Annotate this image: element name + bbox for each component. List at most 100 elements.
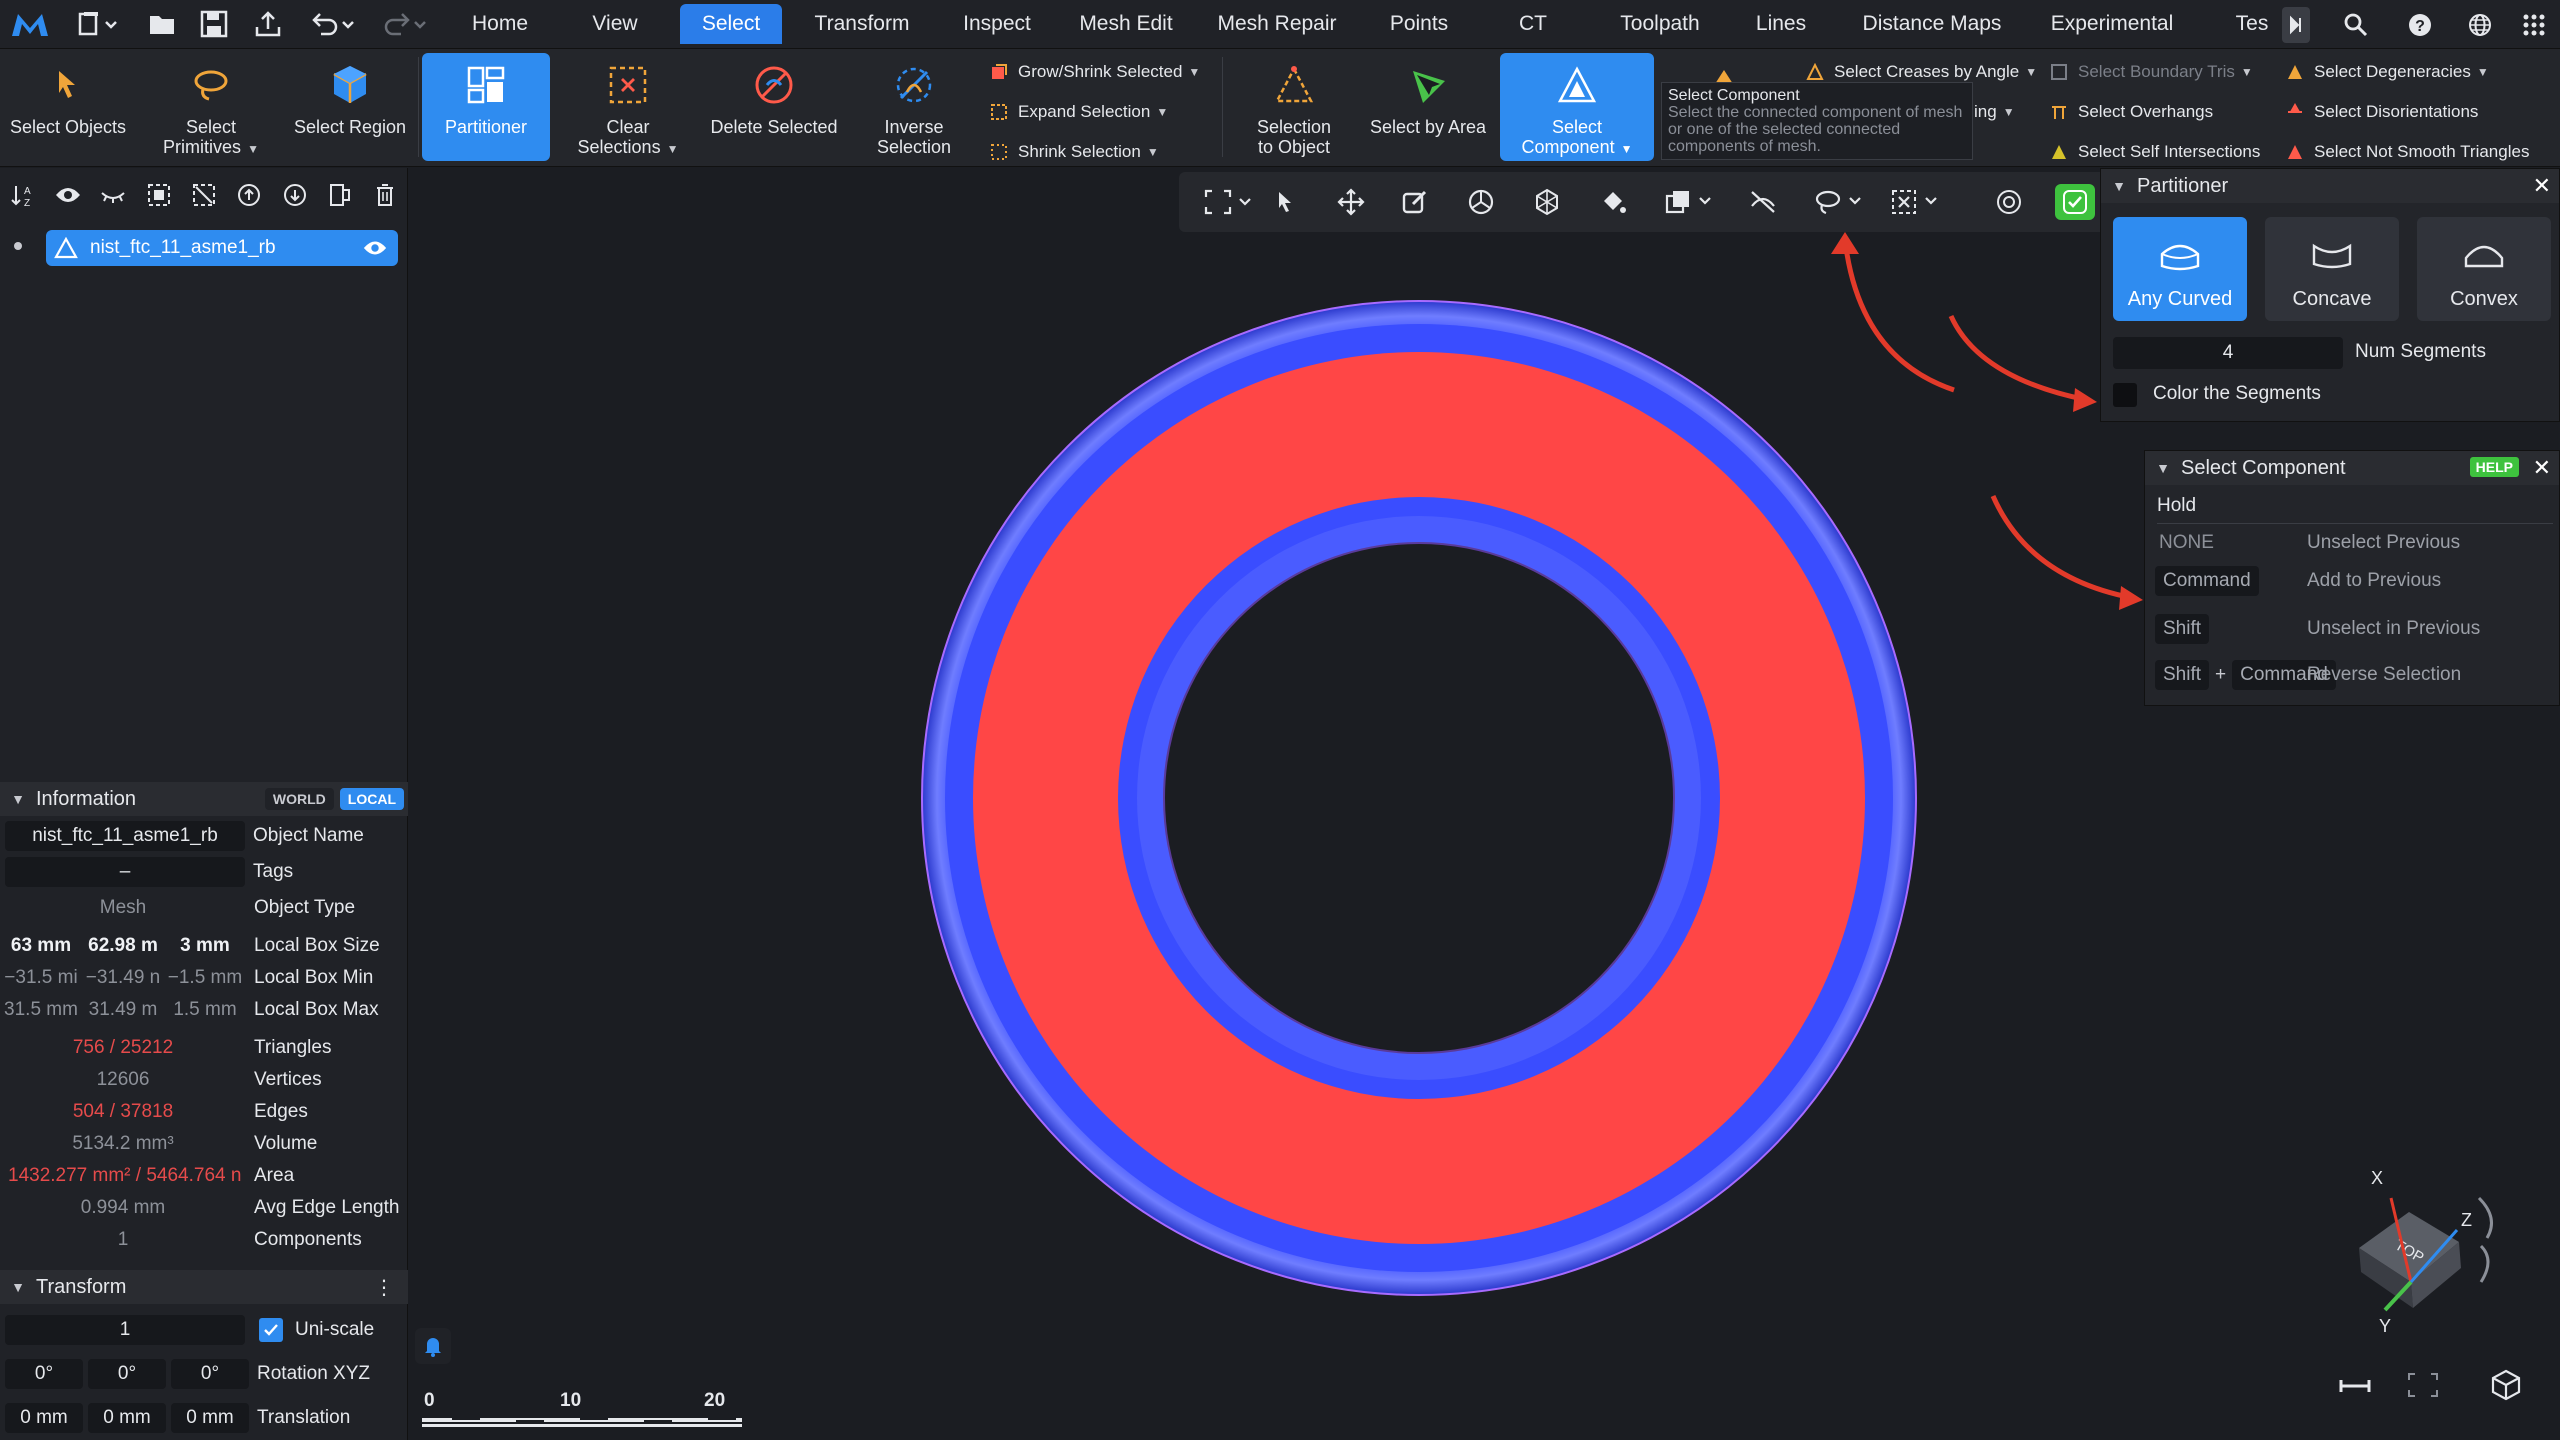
chevron-down-icon[interactable]: ▼ [2101, 178, 2137, 194]
chevron-down-icon[interactable]: ▼ [2025, 65, 2037, 79]
delete-selected-button[interactable]: Delete Selected [706, 53, 842, 161]
expand-selection-button[interactable]: Expand Selection ▼ [988, 95, 1168, 129]
move-down-icon[interactable] [272, 175, 317, 215]
tab-experimental[interactable]: Experimental [2040, 4, 2184, 44]
transform-gizmo-icon[interactable] [1527, 184, 1567, 220]
tab-distance-maps[interactable]: Distance Maps [1856, 4, 2008, 44]
tab-points[interactable]: Points [1372, 4, 1466, 44]
close-icon[interactable]: ✕ [2533, 455, 2551, 481]
tab-view[interactable]: View [570, 4, 660, 44]
select-component-header[interactable]: ▼ Select Component HELP ✕ [2145, 451, 2559, 485]
split-icon[interactable] [317, 175, 362, 215]
open-folder-icon[interactable] [144, 8, 180, 40]
chevron-down-icon[interactable]: ▼ [1188, 65, 1200, 79]
scene-object-row[interactable]: nist_ftc_11_asme1_rb [46, 230, 398, 266]
select-region-button[interactable]: Select Region [288, 53, 412, 161]
tab-scroll-icon[interactable] [2282, 7, 2310, 43]
orthographic-icon[interactable] [2337, 1376, 2373, 1401]
select-all-icon[interactable] [136, 175, 181, 215]
rotation-y-field[interactable]: 0° [88, 1359, 166, 1389]
3d-cube-view-icon[interactable] [2489, 1368, 2523, 1407]
chevron-down-icon[interactable]: ▼ [247, 139, 259, 159]
uniscale-checkbox[interactable] [259, 1318, 283, 1342]
select-by-area-button[interactable]: Select by Area [1366, 53, 1490, 161]
fit-view-icon[interactable] [1199, 184, 1259, 220]
tab-mesh-repair[interactable]: Mesh Repair [1204, 4, 1350, 44]
chevron-down-icon[interactable]: ▼ [667, 139, 679, 159]
transform-header[interactable]: ▼ Transform ⋮ [0, 1270, 408, 1304]
chevron-down-icon[interactable]: ▼ [0, 1279, 36, 1295]
grid-menu-icon[interactable] [2514, 7, 2554, 43]
partial-menu-button[interactable]: ing ▼ [1974, 95, 2015, 129]
select-overhangs-button[interactable]: Select Overhangs [2048, 95, 2213, 129]
select-degeneracies-button[interactable]: Select Degeneracies ▼ [2284, 55, 2489, 89]
undo-icon[interactable] [306, 8, 360, 40]
color-segments-checkbox[interactable] [2113, 383, 2137, 407]
move-up-icon[interactable] [227, 175, 272, 215]
chevron-down-icon[interactable]: ▼ [1156, 105, 1168, 119]
shrink-selection-button[interactable]: Shrink Selection ▼ [988, 135, 1159, 169]
tab-ct[interactable]: CT [1500, 4, 1566, 44]
search-icon[interactable] [2336, 7, 2376, 43]
redo-icon[interactable] [378, 8, 432, 40]
select-disorientations-button[interactable]: Select Disorientations [2284, 95, 2478, 129]
tags-field[interactable]: – [5, 857, 245, 887]
globe-icon[interactable] [2460, 7, 2500, 43]
kebab-menu-icon[interactable]: ⋮ [374, 1275, 394, 1300]
chevron-down-icon[interactable]: ▼ [0, 791, 36, 807]
rotate-view-icon[interactable] [1461, 184, 1501, 220]
help-icon[interactable]: ? [2400, 7, 2440, 43]
tab-select[interactable]: Select [680, 4, 782, 44]
object-name-field[interactable]: nist_ftc_11_asme1_rb [5, 821, 245, 851]
translation-x-field[interactable]: 0 mm [5, 1403, 83, 1433]
tab-mesh-edit[interactable]: Mesh Edit [1070, 4, 1182, 44]
grow-shrink-button[interactable]: Grow/Shrink Selected ▼ [988, 55, 1200, 89]
eye-icon[interactable] [45, 175, 90, 215]
rotation-x-field[interactable]: 0° [5, 1359, 83, 1389]
deselect-icon[interactable] [181, 175, 226, 215]
new-scene-icon[interactable] [72, 8, 124, 40]
translation-z-field[interactable]: 0 mm [171, 1403, 249, 1433]
translation-y-field[interactable]: 0 mm [88, 1403, 166, 1433]
chevron-down-icon[interactable]: ▼ [1147, 145, 1159, 159]
tab-lines[interactable]: Lines [1746, 4, 1816, 44]
app-logo-icon[interactable] [8, 6, 52, 44]
close-icon[interactable]: ✕ [2533, 173, 2551, 199]
rotation-z-field[interactable]: 0° [171, 1359, 249, 1389]
information-header[interactable]: ▼ Information WORLD LOCAL [0, 782, 408, 816]
chevron-down-icon[interactable]: ▼ [2477, 65, 2489, 79]
select-boundary-tris-button[interactable]: Select Boundary Tris ▼ [2048, 55, 2253, 89]
chevron-down-icon[interactable]: ▼ [2003, 105, 2015, 119]
partitioner-button[interactable]: Partitioner [422, 53, 550, 161]
move-icon[interactable] [1331, 184, 1371, 220]
chevron-down-icon[interactable]: ▼ [2241, 65, 2253, 79]
partitioner-header[interactable]: ▼ Partitioner ✕ [2101, 169, 2559, 203]
edit-region-icon[interactable] [1395, 184, 1435, 220]
tab-home[interactable]: Home [450, 4, 550, 44]
tab-test[interactable]: Tes [2228, 4, 2276, 44]
clear-selections-button[interactable]: Clear Selections ▼ [566, 53, 690, 161]
notification-bell-icon[interactable] [415, 1328, 451, 1364]
sort-icon[interactable]: AZ [0, 175, 45, 215]
export-icon[interactable] [250, 8, 286, 40]
mode-any-curved-button[interactable]: Any Curved [2113, 217, 2247, 321]
pointer-icon[interactable] [1265, 184, 1305, 220]
world-toggle[interactable]: WORLD [264, 788, 334, 810]
tab-inspect[interactable]: Inspect [942, 4, 1052, 44]
eye-closed-icon[interactable] [91, 175, 136, 215]
selection-to-object-button[interactable]: Selection to Object [1232, 53, 1356, 161]
mode-convex-button[interactable]: Convex [2417, 217, 2551, 321]
select-objects-button[interactable]: Select Objects [4, 53, 132, 161]
trash-icon[interactable] [363, 175, 408, 215]
local-toggle[interactable]: LOCAL [339, 788, 404, 810]
scale-field[interactable]: 1 [5, 1315, 245, 1345]
select-primitives-button[interactable]: Select Primitives ▼ [148, 53, 274, 161]
tab-transform[interactable]: Transform [800, 4, 924, 44]
view-cube-gizmo[interactable]: TOP X Y Z [2329, 1158, 2529, 1358]
num-segments-input[interactable]: 4 [2113, 337, 2343, 369]
fit-corners-icon[interactable] [2407, 1370, 2439, 1405]
tab-toolpath[interactable]: Toolpath [1600, 4, 1720, 44]
chevron-down-icon[interactable]: ▼ [2145, 460, 2181, 476]
select-not-smooth-button[interactable]: Select Not Smooth Triangles [2284, 135, 2529, 169]
inverse-selection-button[interactable]: Inverse Selection [852, 53, 976, 161]
